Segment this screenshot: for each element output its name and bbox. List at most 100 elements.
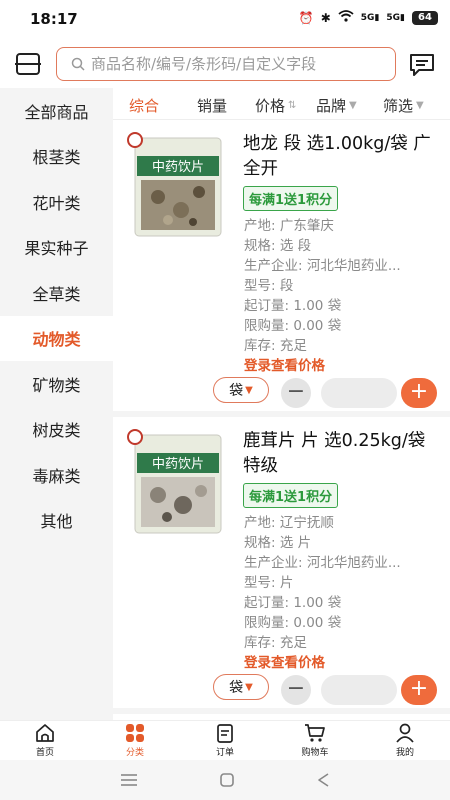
battery-icon: 64 (412, 10, 438, 25)
sort-brand-label: 品牌 (316, 97, 347, 115)
product-card[interactable]: 中药饮片 鹿茸片 片 选0.25kg/袋 特级 每满1送1积分 产地: 辽宁抚顺… (113, 417, 450, 714)
quantity-input[interactable] (321, 675, 397, 705)
system-nav-bar (0, 760, 450, 800)
promo-badge: 每满1送1积分 (243, 483, 339, 508)
increase-quantity-button[interactable]: + (401, 378, 437, 408)
bluetooth-icon: ✱ (320, 10, 331, 25)
sidebar-item-flowers-leaves[interactable]: 花叶类 (0, 179, 113, 225)
decrease-quantity-button[interactable]: − (281, 675, 311, 705)
chevron-down-icon: ▼ (245, 681, 253, 693)
search-header (0, 40, 450, 88)
sidebar-item-all[interactable]: 全部商品 (0, 88, 113, 134)
sort-sales[interactable]: 销量 (197, 95, 227, 116)
sort-arrows-icon: ⇅ (288, 100, 297, 111)
menu-icon[interactable] (120, 773, 138, 787)
sidebar-item-whole-herbs[interactable]: 全草类 (0, 270, 113, 316)
sidebar-item-toxic[interactable]: 毒麻类 (0, 452, 113, 498)
sidebar-item-minerals[interactable]: 矿物类 (0, 361, 113, 407)
attr-min-order: 起订量: 1.00 袋 (244, 298, 342, 314)
sidebar-item-fruits-seeds[interactable]: 果实种子 (0, 225, 113, 271)
brand-seal-icon (127, 132, 143, 148)
product-attributes: 产地: 辽宁抚顺 规格: 选 片 生产企业: 河北华旭药业... 型号: 片 起… (244, 513, 444, 653)
attr-model: 型号: 段 (244, 278, 294, 294)
search-input[interactable] (91, 55, 381, 73)
back-icon[interactable] (316, 772, 330, 788)
unit-select[interactable]: 袋 ▼ (213, 377, 269, 403)
sort-price[interactable]: 价格 ⇅ (255, 95, 296, 116)
product-attributes: 产地: 广东肇庆 规格: 选 段 生产企业: 河北华旭药业... 型号: 段 起… (244, 216, 444, 356)
message-button[interactable] (408, 50, 436, 78)
attr-maker: 生产企业: 河北华旭药业... (244, 555, 401, 571)
category-sidebar: 全部商品 根茎类 花叶类 果实种子 全草类 动物类 矿物类 树皮类 毒麻类 其他 (0, 88, 113, 720)
product-card[interactable]: 中药饮片 地龙 段 选1.00kg/袋 广全开 每满1送1积分 产地: 广东肇庆… (113, 120, 450, 417)
home-square-icon[interactable] (219, 772, 235, 788)
package-label: 中药饮片 (152, 457, 204, 472)
sort-brand[interactable]: 品牌 ▼ (316, 95, 357, 116)
orders-icon (217, 724, 233, 743)
product-name[interactable]: 地龙 段 选1.00kg/袋 广全开 (243, 132, 443, 182)
signal-label: 5G (360, 12, 375, 23)
signal-icon: 5G▮ (360, 12, 380, 23)
tab-category-label: 分类 (125, 748, 144, 758)
sort-comprehensive[interactable]: 综合 (129, 95, 159, 116)
login-to-view-price[interactable]: 登录查看价格 (244, 354, 325, 374)
sidebar-item-barks[interactable]: 树皮类 (0, 407, 113, 453)
sort-bar: 综合 销量 价格 ⇅ 品牌 ▼ 筛选 ▼ (113, 88, 450, 120)
status-time: 18:17 (30, 10, 78, 28)
bottom-tab-bar: 首页 分类 订单 购物车 我的 (0, 720, 450, 760)
decrease-quantity-button[interactable]: − (281, 378, 311, 408)
tab-mine-label: 我的 (395, 748, 414, 758)
tab-orders-label: 订单 (215, 748, 234, 758)
signal-icon-2: 5G▮ (386, 12, 405, 23)
search-icon (71, 57, 85, 71)
alarm-icon: ⏰ (298, 10, 314, 25)
attr-origin: 产地: 广东肇庆 (244, 218, 334, 234)
unit-label: 袋 (229, 680, 244, 696)
wifi-icon (338, 10, 354, 25)
product-image: 中药饮片 (134, 434, 222, 534)
tab-mine[interactable]: 我的 (360, 721, 450, 760)
tab-category[interactable]: 分类 (90, 721, 180, 760)
category-icon (126, 724, 144, 742)
chevron-down-icon: ▼ (245, 384, 253, 396)
package-label: 中药饮片 (152, 160, 204, 175)
sidebar-item-roots[interactable]: 根茎类 (0, 134, 113, 180)
tab-home-label: 首页 (35, 748, 54, 758)
filter-icon: ▼ (416, 100, 424, 111)
tab-orders[interactable]: 订单 (180, 721, 270, 760)
attr-limit: 限购量: 0.00 袋 (244, 318, 342, 334)
message-icon (410, 54, 434, 76)
quantity-input[interactable] (321, 378, 397, 408)
scan-button[interactable] (14, 50, 42, 78)
login-to-view-price[interactable]: 登录查看价格 (244, 651, 325, 671)
attr-model: 型号: 片 (244, 575, 294, 591)
product-name[interactable]: 鹿茸片 片 选0.25kg/袋 特级 (243, 429, 443, 479)
sort-sales-label: 销量 (197, 97, 228, 115)
tab-home[interactable]: 首页 (0, 721, 90, 760)
attr-stock: 库存: 充足 (244, 635, 307, 651)
user-icon (396, 723, 414, 743)
sidebar-item-others[interactable]: 其他 (0, 498, 113, 544)
attr-min-order: 起订量: 1.00 袋 (244, 595, 342, 611)
increase-quantity-button[interactable]: + (401, 675, 437, 705)
sidebar-item-animals[interactable]: 动物类 (0, 315, 113, 361)
unit-label: 袋 (229, 383, 244, 399)
attr-spec: 规格: 选 段 (244, 238, 312, 254)
search-box[interactable] (56, 47, 396, 81)
tab-cart[interactable]: 购物车 (270, 721, 360, 760)
attr-stock: 库存: 充足 (244, 338, 307, 354)
product-list: 中药饮片 地龙 段 选1.00kg/袋 广全开 每满1送1积分 产地: 广东肇庆… (113, 120, 450, 720)
attr-limit: 限购量: 0.00 袋 (244, 615, 342, 631)
sort-filter-label: 筛选 (383, 97, 414, 115)
signal-label-2: 5G (386, 12, 401, 23)
tab-cart-label: 购物车 (301, 748, 329, 758)
attr-maker: 生产企业: 河北华旭药业... (244, 258, 401, 274)
attr-spec: 规格: 选 片 (244, 535, 312, 551)
status-bar: 18:17 ⏰ ✱ 5G▮ 5G▮ 64 (0, 0, 450, 40)
sort-filter[interactable]: 筛选 ▼ (383, 95, 424, 116)
unit-select[interactable]: 袋 ▼ (213, 674, 269, 700)
caret-down-icon: ▼ (349, 100, 357, 111)
product-image: 中药饮片 (134, 137, 222, 237)
home-icon (36, 724, 54, 742)
sort-comprehensive-label: 综合 (129, 97, 160, 115)
